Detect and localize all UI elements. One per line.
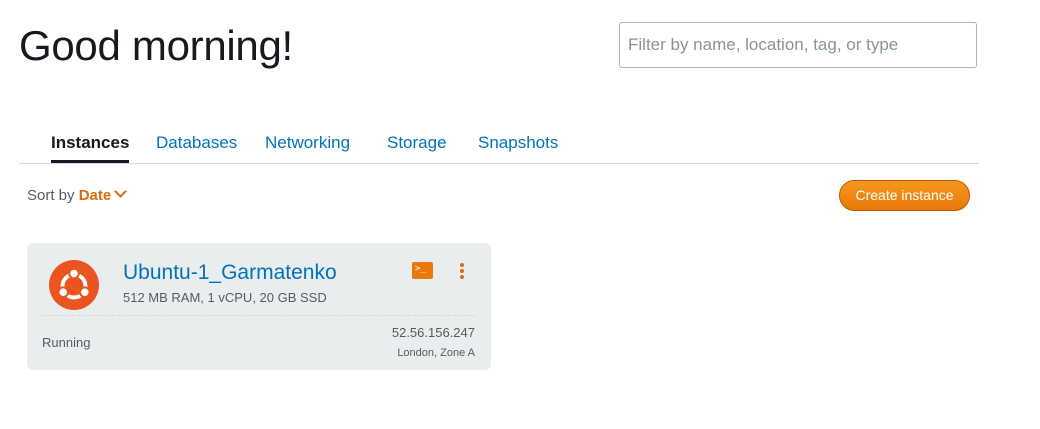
card-divider: [42, 315, 476, 316]
search-input[interactable]: [619, 22, 977, 68]
tab-networking[interactable]: Networking: [265, 132, 350, 154]
ubuntu-icon: [49, 260, 99, 310]
sort-control: Sort by Date: [27, 185, 128, 206]
instance-location: London, Zone A: [397, 347, 475, 359]
resource-tabs: Instances Databases Networking Storage S…: [19, 130, 979, 164]
tab-storage[interactable]: Storage: [387, 132, 447, 154]
instance-card: Ubuntu-1_Garmatenko 512 MB RAM, 1 vCPU, …: [27, 243, 491, 370]
kebab-menu-icon[interactable]: [457, 262, 467, 280]
page-title: Good morning!: [19, 22, 293, 69]
sort-value: Date: [78, 187, 112, 204]
status-text: Running: [42, 335, 91, 350]
lightsail-home: Good morning! Instances Databases Networ…: [0, 0, 1040, 429]
terminal-icon[interactable]: >_: [412, 262, 433, 279]
instance-specs: 512 MB RAM, 1 vCPU, 20 GB SSD: [123, 290, 327, 305]
tab-snapshots[interactable]: Snapshots: [478, 132, 558, 154]
chevron-down-icon: [114, 185, 128, 198]
create-instance-button[interactable]: Create instance: [839, 180, 970, 211]
terminal-glyph: >_: [415, 264, 426, 274]
sort-label: Sort by: [27, 187, 75, 204]
instance-name-link[interactable]: Ubuntu-1_Garmatenko: [123, 260, 337, 286]
sort-dropdown[interactable]: Date: [78, 185, 128, 204]
tab-databases[interactable]: Databases: [156, 132, 237, 154]
tab-instances[interactable]: Instances: [51, 132, 130, 163]
ip-address: 52.56.156.247: [391, 325, 475, 340]
